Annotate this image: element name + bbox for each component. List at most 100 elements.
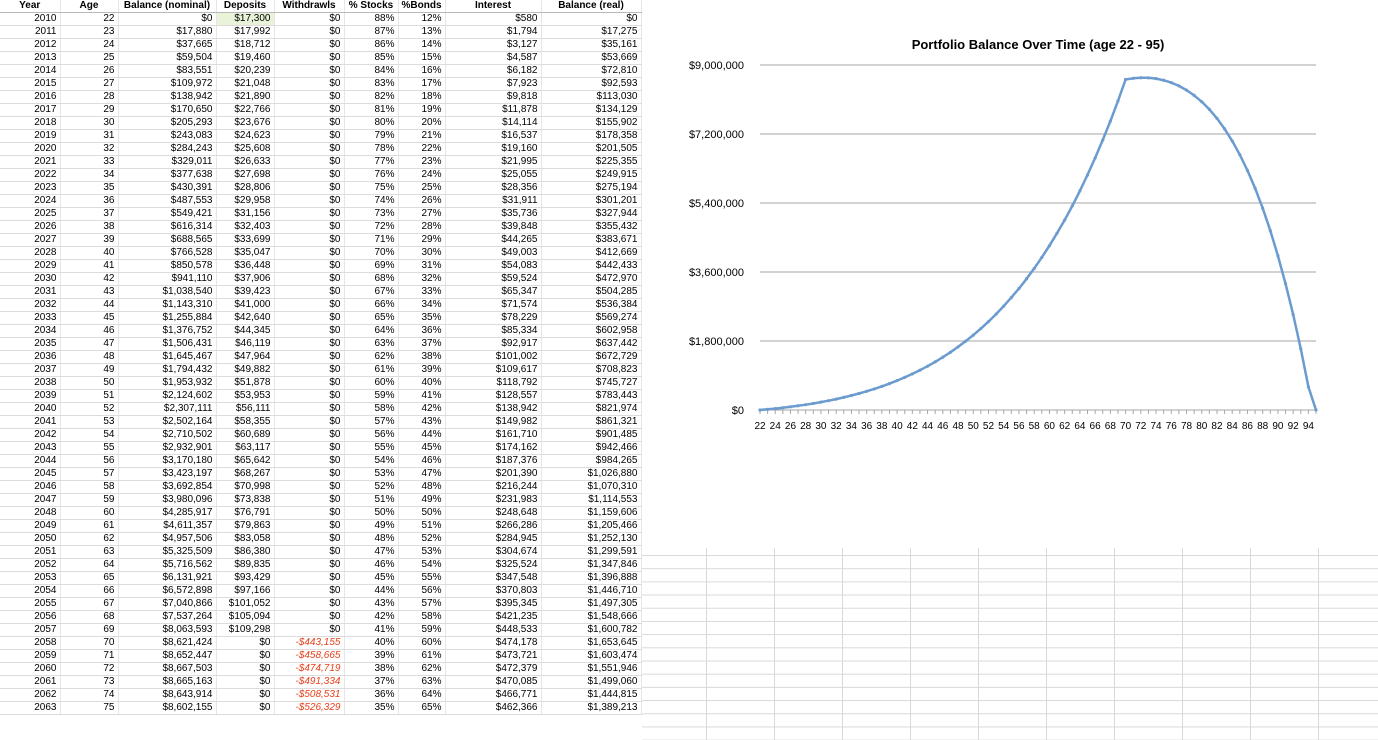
data-point[interactable]	[811, 401, 815, 406]
cell-balance-nominal[interactable]: $377,638	[118, 168, 217, 182]
cell-stocks-pct[interactable]: 44%	[344, 584, 399, 598]
cell-bonds-pct[interactable]: 46%	[398, 454, 446, 468]
cell-year[interactable]: 2055	[0, 597, 61, 611]
cell-balance-real[interactable]: $821,974	[541, 402, 642, 416]
col-header-interest[interactable]: Interest	[445, 0, 542, 13]
cell-balance-nominal[interactable]: $1,794,432	[118, 363, 217, 377]
cell-deposits[interactable]: $29,958	[216, 194, 275, 208]
cell-balance-nominal[interactable]: $1,255,884	[118, 311, 217, 325]
cell-interest[interactable]: $466,771	[445, 688, 542, 702]
cell-year[interactable]: 2050	[0, 532, 61, 546]
cell-withdrawls[interactable]: $0	[274, 90, 345, 104]
cell-bonds-pct[interactable]: 16%	[398, 64, 446, 78]
col-header-stocks-pct[interactable]: % Stocks	[344, 0, 399, 13]
empty-cell-grid[interactable]	[642, 548, 1378, 740]
cell-stocks-pct[interactable]: 85%	[344, 51, 399, 65]
cell-balance-nominal[interactable]: $8,665,163	[118, 675, 217, 689]
cell-deposits[interactable]: $21,048	[216, 77, 275, 91]
cell-stocks-pct[interactable]: 60%	[344, 376, 399, 390]
cell-stocks-pct[interactable]: 42%	[344, 610, 399, 624]
data-point[interactable]	[1070, 204, 1074, 208]
cell-balance-real[interactable]: $383,671	[541, 233, 642, 247]
cell-interest[interactable]: $149,982	[445, 415, 542, 429]
cell-year[interactable]: 2035	[0, 337, 61, 351]
cell-bonds-pct[interactable]: 27%	[398, 207, 446, 221]
data-point[interactable]	[1123, 77, 1128, 82]
cell-balance-real[interactable]: $1,159,606	[541, 506, 642, 520]
cell-balance-nominal[interactable]: $8,621,424	[118, 636, 217, 650]
data-point[interactable]	[1017, 286, 1021, 291]
cell-deposits[interactable]: $49,882	[216, 363, 275, 377]
cell-stocks-pct[interactable]: 84%	[344, 64, 399, 78]
cell-balance-real[interactable]: $1,603,474	[541, 649, 642, 663]
cell-stocks-pct[interactable]: 58%	[344, 402, 399, 416]
data-point[interactable]	[1238, 153, 1242, 157]
cell-bonds-pct[interactable]: 49%	[398, 493, 446, 507]
cell-withdrawls[interactable]: -$474,719	[274, 662, 345, 676]
cell-deposits[interactable]: $105,094	[216, 610, 275, 624]
cell-stocks-pct[interactable]: 80%	[344, 116, 399, 130]
cell-balance-real[interactable]: $275,194	[541, 181, 642, 195]
cell-year[interactable]: 2028	[0, 246, 61, 260]
cell-balance-nominal[interactable]: $1,376,752	[118, 324, 217, 338]
cell-age[interactable]: 41	[60, 259, 119, 273]
cell-age[interactable]: 29	[60, 103, 119, 117]
cell-withdrawls[interactable]: $0	[274, 519, 345, 533]
cell-year[interactable]: 2048	[0, 506, 61, 520]
cell-year[interactable]: 2036	[0, 350, 61, 364]
cell-deposits[interactable]: $17,300	[216, 12, 275, 26]
cell-age[interactable]: 49	[60, 363, 119, 377]
cell-stocks-pct[interactable]: 76%	[344, 168, 399, 182]
cell-age[interactable]: 69	[60, 623, 119, 637]
cell-balance-real[interactable]: $35,161	[541, 38, 642, 52]
cell-balance-real[interactable]: $942,466	[541, 441, 642, 455]
data-point[interactable]	[1009, 295, 1013, 300]
cell-withdrawls[interactable]: $0	[274, 12, 345, 26]
cell-interest[interactable]: $231,983	[445, 493, 542, 507]
cell-deposits[interactable]: $89,835	[216, 558, 275, 572]
cell-balance-nominal[interactable]: $487,553	[118, 194, 217, 208]
cell-interest[interactable]: $65,347	[445, 285, 542, 299]
data-point[interactable]	[781, 406, 785, 410]
cell-balance-real[interactable]: $412,669	[541, 246, 642, 260]
cell-stocks-pct[interactable]: 72%	[344, 220, 399, 234]
cell-year[interactable]: 2031	[0, 285, 61, 299]
cell-withdrawls[interactable]: $0	[274, 259, 345, 273]
cell-deposits[interactable]: $0	[216, 662, 275, 676]
cell-year[interactable]: 2056	[0, 610, 61, 624]
cell-deposits[interactable]: $97,166	[216, 584, 275, 598]
cell-withdrawls[interactable]: $0	[274, 246, 345, 260]
cell-balance-real[interactable]: $1,389,213	[541, 701, 642, 715]
cell-stocks-pct[interactable]: 66%	[344, 298, 399, 312]
cell-withdrawls[interactable]: $0	[274, 311, 345, 325]
cell-stocks-pct[interactable]: 63%	[344, 337, 399, 351]
cell-balance-nominal[interactable]: $2,307,111	[118, 402, 217, 416]
cell-age[interactable]: 60	[60, 506, 119, 520]
cell-stocks-pct[interactable]: 49%	[344, 519, 399, 533]
data-point[interactable]	[1261, 206, 1265, 210]
cell-withdrawls[interactable]: $0	[274, 25, 345, 39]
cell-deposits[interactable]: $31,156	[216, 207, 275, 221]
cell-age[interactable]: 31	[60, 129, 119, 143]
cell-bonds-pct[interactable]: 47%	[398, 467, 446, 481]
col-header-balance-nominal[interactable]: Balance (nominal)	[118, 0, 217, 13]
cell-bonds-pct[interactable]: 36%	[398, 324, 446, 338]
data-point[interactable]	[872, 387, 876, 391]
cell-withdrawls[interactable]: $0	[274, 220, 345, 234]
cell-year[interactable]: 2057	[0, 623, 61, 637]
cell-deposits[interactable]: $0	[216, 649, 275, 663]
cell-interest[interactable]: $6,182	[445, 64, 542, 78]
cell-balance-real[interactable]: $1,551,946	[541, 662, 642, 676]
data-point[interactable]	[1116, 99, 1120, 103]
data-point[interactable]	[903, 375, 907, 379]
cell-withdrawls[interactable]: $0	[274, 51, 345, 65]
cell-bonds-pct[interactable]: 39%	[398, 363, 446, 377]
cell-balance-real[interactable]: $1,026,880	[541, 467, 642, 481]
cell-balance-real[interactable]: $301,201	[541, 194, 642, 208]
cell-year[interactable]: 2021	[0, 155, 61, 169]
cell-stocks-pct[interactable]: 61%	[344, 363, 399, 377]
cell-withdrawls[interactable]: $0	[274, 337, 345, 351]
data-point[interactable]	[1306, 385, 1310, 389]
data-point[interactable]	[758, 408, 762, 412]
cell-age[interactable]: 58	[60, 480, 119, 494]
